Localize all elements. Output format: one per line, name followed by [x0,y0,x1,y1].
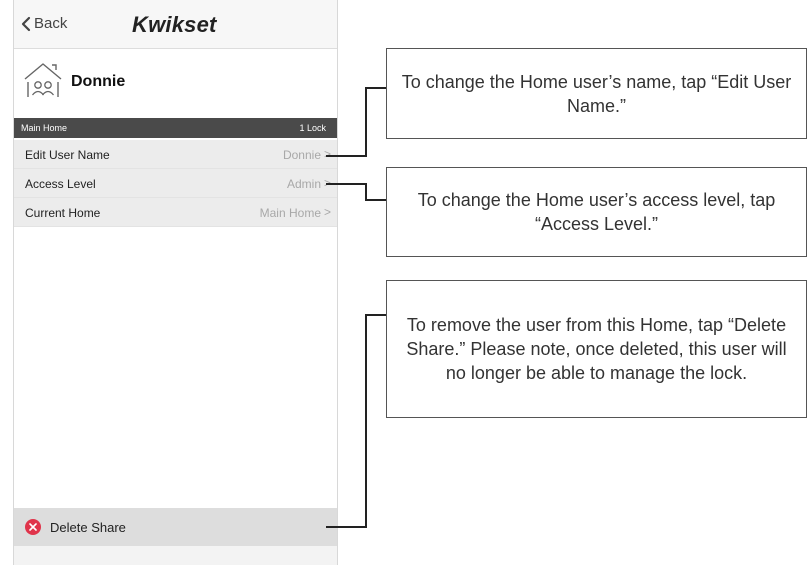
callout-edit-user-name: To change the Home user’s name, tap “Edi… [386,48,807,139]
callout-delete-share: To remove the user from this Home, tap “… [386,280,807,418]
callout-access-level: To change the Home user’s access level, … [386,167,807,257]
